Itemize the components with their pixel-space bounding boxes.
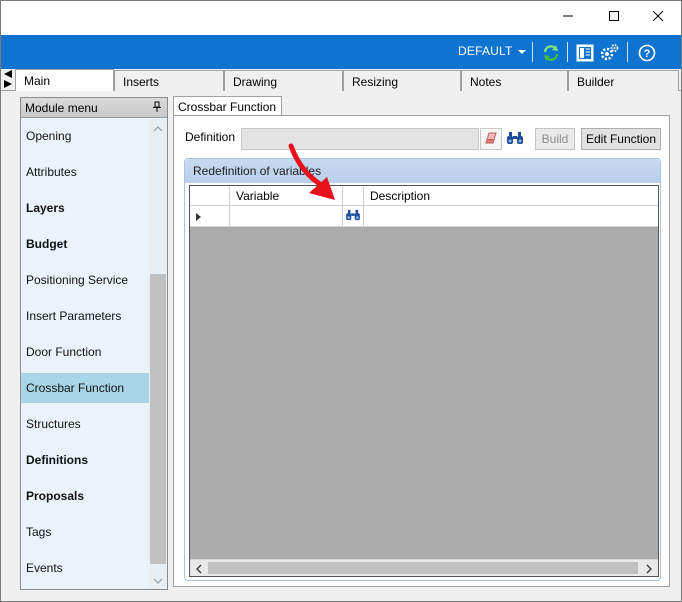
ribbon-separator (567, 42, 568, 62)
tab-inserts[interactable]: Inserts (114, 70, 224, 91)
row-header-corner (190, 186, 230, 206)
menu-item-insert-parameters[interactable]: Insert Parameters (21, 301, 149, 331)
redefinition-group: Redefinition of variables Variable Descr… (184, 158, 661, 581)
menu-item-structures[interactable]: Structures (21, 409, 149, 439)
svg-text:?: ? (644, 48, 651, 60)
profile-dropdown[interactable]: DEFAULT (458, 44, 526, 58)
crossbar-function-panel: Definition Build Edit Function Redefinit… (173, 115, 670, 587)
clear-button[interactable] (480, 128, 502, 150)
scrollbar-thumb[interactable] (208, 562, 638, 574)
tab-label: Main (24, 74, 51, 88)
tab-resizing[interactable]: Resizing (343, 70, 461, 91)
ribbon-bar: DEFAULT ? (1, 35, 681, 69)
tab-label: Drawing (233, 75, 278, 89)
menu-item-attributes[interactable]: Attributes (21, 157, 149, 187)
row-indicator (190, 206, 230, 227)
tab-label: Builder (577, 75, 615, 89)
menu-item-events[interactable]: Events (21, 553, 149, 583)
tab-drawing[interactable]: Drawing (224, 70, 343, 91)
module-menu: Module menu Opening Attributes Layers Bu… (20, 97, 168, 590)
column-header-lookup (343, 186, 364, 206)
menu-item-budget[interactable]: Budget (21, 229, 149, 259)
tab-label: Resizing (352, 75, 399, 89)
subtab-label: Crossbar Function (178, 100, 277, 114)
menu-item-definitions[interactable]: Definitions (21, 445, 149, 475)
menu-item-positioning-service[interactable]: Positioning Service (21, 265, 149, 295)
menu-item-opening[interactable]: Opening (21, 121, 149, 151)
ribbon-separator (532, 42, 533, 62)
edit-function-button[interactable]: Edit Function (581, 128, 661, 150)
scroll-down-icon[interactable] (153, 575, 163, 585)
collapse-arrows-icon[interactable] (3, 69, 13, 89)
module-menu-header: Module menu (21, 98, 167, 118)
definition-label: Definition (185, 130, 236, 144)
binoculars-icon (345, 209, 361, 224)
menu-item-door-function[interactable]: Door Function (21, 337, 149, 367)
grid-horizontal-scrollbar[interactable] (190, 559, 658, 576)
variable-cell[interactable] (230, 206, 343, 227)
table-row[interactable] (190, 206, 658, 227)
main-content: Module menu Opening Attributes Layers Bu… (1, 91, 681, 601)
menu-item-tags[interactable]: Tags (21, 517, 149, 547)
pin-icon[interactable] (153, 101, 161, 116)
tab-label: Inserts (123, 75, 160, 89)
refresh-icon[interactable] (541, 43, 561, 63)
row-pointer-icon (196, 213, 201, 221)
menu-item-layers[interactable]: Layers (21, 193, 149, 223)
build-button[interactable]: Build (535, 128, 575, 150)
scrollbar-thumb[interactable] (150, 274, 166, 564)
description-cell[interactable] (364, 206, 658, 227)
help-icon[interactable]: ? (637, 43, 657, 63)
profile-label: DEFAULT (458, 44, 513, 58)
close-icon[interactable] (635, 1, 681, 31)
column-header-variable[interactable]: Variable (230, 186, 343, 206)
tab-main[interactable]: Main (15, 69, 114, 92)
grid-header: Variable Description (190, 186, 658, 206)
definition-field[interactable] (241, 128, 479, 150)
maximize-icon[interactable] (591, 1, 637, 31)
layout-icon[interactable] (575, 43, 595, 63)
title-bar (1, 1, 681, 35)
scroll-left-icon[interactable] (194, 563, 204, 574)
scroll-right-icon[interactable] (644, 563, 654, 574)
binoculars-icon (506, 131, 524, 148)
tab-label: Notes (470, 75, 502, 89)
variables-grid: Variable Description (189, 185, 659, 577)
minimize-icon[interactable] (545, 1, 591, 31)
main-tabs: Main Inserts Drawing Resizing Notes Buil… (1, 69, 681, 92)
menu-item-proposals[interactable]: Proposals (21, 481, 149, 511)
eraser-icon (483, 131, 499, 148)
module-menu-title: Module menu (25, 101, 98, 115)
menu-item-crossbar-function[interactable]: Crossbar Function (21, 373, 149, 403)
variable-lookup-button[interactable] (343, 206, 364, 227)
tab-notes[interactable]: Notes (461, 70, 568, 91)
module-menu-scrollbar[interactable] (149, 119, 167, 589)
settings-icon[interactable] (600, 43, 620, 63)
group-title: Redefinition of variables (185, 159, 660, 183)
tab-builder[interactable]: Builder (568, 70, 679, 91)
chevron-down-icon (517, 50, 526, 54)
column-header-description[interactable]: Description (364, 186, 658, 206)
ribbon-separator (627, 42, 628, 62)
scroll-up-icon[interactable] (153, 123, 163, 133)
application-window: DEFAULT ? Main Inserts Drawing Resizing … (0, 0, 682, 602)
tab-crossbar-function[interactable]: Crossbar Function (173, 96, 283, 116)
search-definition-button[interactable] (504, 128, 526, 150)
